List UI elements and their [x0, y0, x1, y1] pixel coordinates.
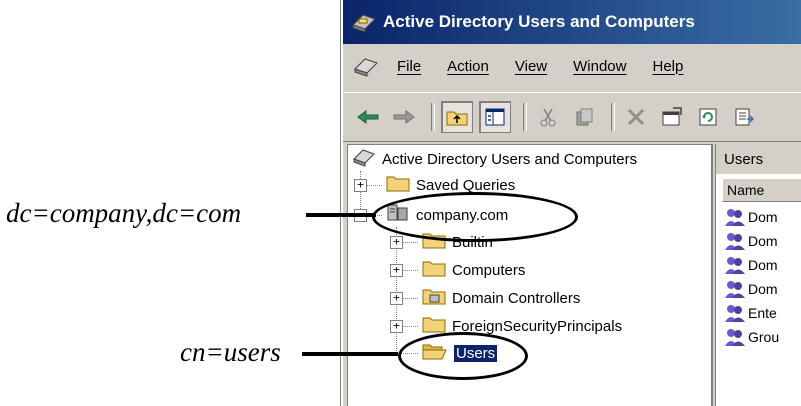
toolbar-separator [523, 103, 527, 131]
tree-item-label: Saved Queries [416, 176, 516, 194]
tree-item-computers[interactable]: Computers [422, 258, 525, 282]
list-item-label: Grou [748, 329, 780, 345]
mmc-console-icon[interactable] [353, 55, 379, 77]
domain-dn-annotation: dc=company,dc=com [6, 198, 242, 228]
toolbar-separator [431, 103, 435, 131]
back-arrow-icon[interactable] [353, 102, 383, 132]
ou-folder-icon [422, 287, 446, 309]
details-pane-title: Users [716, 144, 801, 174]
menu-file[interactable]: File [397, 58, 421, 75]
toolbar-separator [611, 103, 615, 131]
users-cn-annotation: cn=users [180, 337, 281, 367]
up-folder-icon[interactable] [441, 101, 473, 133]
details-pane: Users Name Dom Dom Dom Dom Ente Grou [715, 144, 801, 406]
delete-icon[interactable] [621, 102, 651, 132]
expand-saved-queries[interactable]: + [354, 179, 367, 192]
folder-icon [386, 174, 410, 196]
list-item[interactable]: Dom [724, 206, 778, 228]
console-tree: Active Directory Users and Computers + S… [347, 144, 713, 406]
expand-foreign-security-principals[interactable]: + [390, 320, 403, 333]
menu-help[interactable]: Help [652, 58, 683, 75]
tree-item-label: Computers [452, 261, 526, 279]
menu-window[interactable]: Window [573, 58, 626, 75]
list-item[interactable]: Dom [724, 278, 778, 300]
column-header-name[interactable]: Name [722, 178, 801, 202]
domain-highlight-ellipse [372, 192, 578, 242]
group-icon [724, 303, 746, 323]
list-item-label: Dom [748, 233, 778, 249]
list-item[interactable]: Ente [724, 302, 777, 324]
ad-snapin-icon [352, 147, 376, 171]
list-item[interactable]: Dom [724, 254, 778, 276]
export-list-icon[interactable] [729, 102, 759, 132]
list-item-label: Dom [748, 281, 778, 297]
cut-icon[interactable] [533, 102, 563, 132]
group-icon [724, 231, 746, 251]
users-leader-line [302, 352, 398, 356]
list-item-label: Dom [748, 257, 778, 273]
list-item-label: Dom [748, 209, 778, 225]
users-highlight-ellipse [398, 332, 528, 380]
copy-icon[interactable] [569, 102, 599, 132]
toolbar [343, 92, 801, 142]
properties-icon[interactable] [657, 102, 687, 132]
ad-snapin-icon [351, 11, 377, 33]
expand-builtin[interactable]: + [390, 236, 403, 249]
title-bar[interactable]: Active Directory Users and Computers [343, 0, 801, 44]
show-hide-tree-icon[interactable] [479, 101, 511, 133]
folder-icon [422, 259, 446, 281]
tree-item-domain-controllers[interactable]: Domain Controllers [422, 286, 580, 310]
tree-root-label: Active Directory Users and Computers [382, 150, 638, 168]
expand-domain-controllers[interactable]: + [390, 292, 403, 305]
forward-arrow-icon[interactable] [389, 102, 419, 132]
window-title: Active Directory Users and Computers [383, 12, 695, 31]
tree-root-node[interactable]: Active Directory Users and Computers [352, 147, 637, 171]
group-icon [724, 279, 746, 299]
menu-action[interactable]: Action [447, 58, 489, 75]
group-icon [724, 255, 746, 275]
expand-computers[interactable]: + [390, 264, 403, 277]
list-item[interactable]: Grou [724, 326, 779, 348]
tree-item-label: Domain Controllers [452, 289, 581, 307]
menu-bar: File Action View Window Help [343, 48, 801, 84]
group-icon [724, 207, 746, 227]
list-item-label: Ente [748, 305, 777, 321]
list-item[interactable]: Dom [724, 230, 778, 252]
domain-leader-line [306, 213, 376, 217]
refresh-icon[interactable] [693, 102, 723, 132]
menu-view[interactable]: View [515, 58, 547, 75]
group-icon [724, 327, 746, 347]
